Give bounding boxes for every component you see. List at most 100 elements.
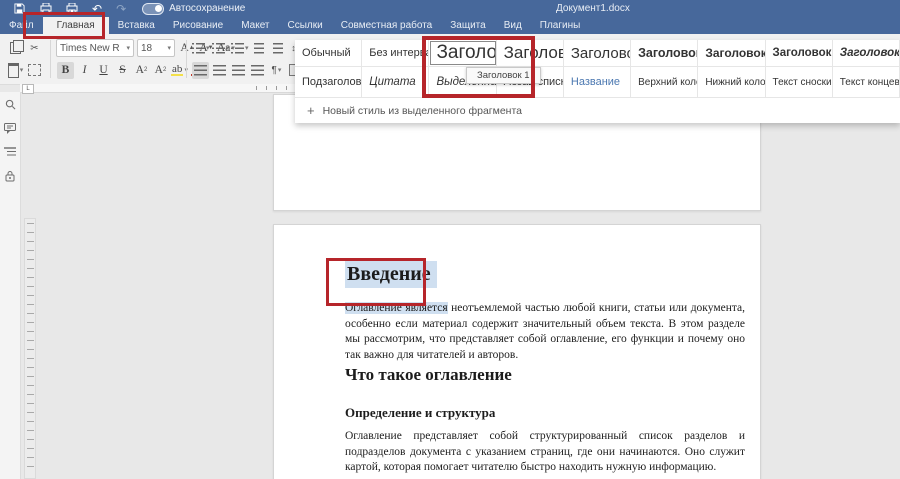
highlight-icon: ab — [171, 65, 183, 76]
decrease-indent-button[interactable] — [251, 40, 268, 57]
chevron-down-icon: ▾ — [226, 44, 230, 52]
increase-indent-icon — [273, 43, 283, 54]
paste-button[interactable]: ▾ — [7, 62, 24, 79]
nonprinting-chars-button[interactable]: ¶▾ — [268, 62, 285, 79]
align-center-button[interactable] — [211, 62, 228, 79]
tab-layout[interactable]: Макет — [232, 17, 278, 34]
style-heading-5[interactable]: Заголовок 5 — [698, 40, 765, 66]
align-justify-button[interactable] — [249, 62, 266, 79]
subscript-button[interactable]: A2 — [152, 62, 169, 79]
styles-row-2: Подзаголовок Цитата Выделенная цитата Аб… — [295, 67, 900, 98]
tab-file[interactable]: Файл — [0, 17, 43, 34]
style-footnote-text[interactable]: Текст сноски — [766, 67, 833, 97]
tab-plugins[interactable]: Плагины — [531, 17, 590, 34]
italic-button[interactable]: I — [76, 62, 93, 79]
tab-references[interactable]: Ссылки — [279, 17, 332, 34]
styles-gallery-panel: Обычный Без интервала Заголовок 1 Заголо… — [295, 40, 900, 123]
doc-paragraph-1[interactable]: Оглавление является неотъемлемой частью … — [345, 301, 745, 363]
underline-button[interactable]: U — [95, 62, 112, 79]
protection-button[interactable] — [0, 164, 20, 188]
comment-icon — [4, 123, 16, 134]
doc-paragraph-2[interactable]: Оглавление представляет собой структурир… — [345, 429, 745, 476]
increase-indent-button[interactable] — [270, 40, 287, 57]
style-heading-6[interactable]: Заголовок 6 — [766, 40, 833, 66]
font-name-value: Times New R — [60, 43, 120, 54]
styles-row-1: Обычный Без интервала Заголовок 1 Заголо… — [295, 40, 900, 67]
doc-subheading-definition[interactable]: Определение и структура — [345, 405, 745, 421]
font-size-select[interactable]: 18 ▾ — [137, 39, 175, 57]
copy-icon — [10, 42, 21, 54]
tab-view[interactable]: Вид — [495, 17, 531, 34]
decrease-indent-icon — [254, 43, 264, 54]
style-normal[interactable]: Обычный — [295, 40, 362, 66]
print-icon[interactable] — [39, 3, 52, 15]
align-right-button[interactable] — [230, 62, 247, 79]
style-footer[interactable]: Нижний колонтитул — [698, 67, 765, 97]
style-no-spacing[interactable]: Без интервала — [362, 40, 429, 66]
new-style-label: Новый стиль из выделенного фрагмента — [323, 105, 522, 117]
selected-heading-text[interactable]: Введение — [345, 261, 437, 288]
style-heading-2[interactable]: Заголовок 2 — [497, 40, 564, 66]
plus-icon: + — [307, 103, 315, 118]
save-icon[interactable] — [13, 3, 26, 15]
font-size-value: 18 — [141, 43, 152, 54]
style-endnote-text[interactable]: Текст концевой сноски — [833, 67, 900, 97]
chevron-down-icon: ▾ — [126, 44, 130, 52]
lock-icon — [5, 170, 15, 182]
divider — [186, 40, 187, 78]
autosave-label: Автосохранение — [169, 3, 245, 14]
select-all-button[interactable] — [26, 62, 43, 79]
tab-collaboration[interactable]: Совместная работа — [332, 17, 442, 34]
left-sidebar — [0, 92, 21, 479]
bold-button[interactable]: B — [57, 62, 74, 79]
style-quote[interactable]: Цитата — [362, 67, 429, 97]
quick-print-icon[interactable] — [65, 3, 78, 15]
search-button[interactable] — [0, 92, 20, 116]
align-center-icon — [213, 65, 226, 76]
bullet-list-button[interactable]: ▾ — [192, 40, 210, 57]
menu-tabs: Файл Главная Вставка Рисование Макет Ссы… — [0, 17, 900, 34]
divider — [50, 40, 51, 78]
tab-protection[interactable]: Защита — [441, 17, 494, 34]
cut-button[interactable]: ✂ — [26, 40, 43, 57]
doc-heading-what-is-toc[interactable]: Что такое оглавление — [345, 365, 745, 385]
chevron-down-icon: ▾ — [167, 44, 171, 52]
multilevel-list-button[interactable]: ▾ — [231, 40, 249, 57]
chevron-down-icon: ▾ — [206, 44, 210, 52]
align-right-icon — [232, 65, 245, 76]
tab-home[interactable]: Главная — [43, 17, 109, 34]
align-justify-icon — [251, 65, 264, 76]
chevron-down-icon: ▾ — [278, 66, 282, 74]
style-heading-3[interactable]: Заголовок 3 — [564, 40, 631, 66]
doc-heading-introduction[interactable]: Введение — [345, 263, 745, 286]
style-subtitle[interactable]: Подзаголовок — [295, 67, 362, 97]
undo-icon[interactable]: ↶ — [92, 3, 102, 15]
style-tooltip: Заголовок 1 — [466, 67, 541, 84]
selected-text[interactable]: Оглавление является — [345, 302, 448, 314]
redo-icon[interactable]: ↷ — [116, 3, 126, 15]
increase-font-icon: A — [180, 42, 188, 54]
align-left-button[interactable] — [192, 62, 209, 79]
tab-draw[interactable]: Рисование — [164, 17, 232, 34]
tab-insert[interactable]: Вставка — [109, 17, 164, 34]
paragraph-group: ▾ ▾ ▾ ↕ ¶▾ — [191, 34, 307, 84]
style-heading-1[interactable]: Заголовок 1 — [429, 40, 496, 66]
navigation-button[interactable] — [0, 140, 20, 164]
comments-button[interactable] — [0, 116, 20, 140]
style-title[interactable]: Название — [564, 67, 631, 97]
autosave-toggle[interactable] — [142, 3, 164, 15]
tab-selector[interactable]: L — [22, 84, 34, 94]
style-heading-4[interactable]: Заголовок 4 — [631, 40, 698, 66]
vertical-ruler[interactable] — [24, 218, 36, 479]
document-page-2[interactable]: Введение Оглавление является неотъемлемо… — [273, 224, 761, 479]
new-style-button[interactable]: + Новый стиль из выделенного фрагмента — [295, 98, 900, 123]
strikethrough-button[interactable]: S — [114, 62, 131, 79]
numbered-list-button[interactable]: ▾ — [212, 40, 230, 57]
copy-button[interactable] — [7, 40, 24, 57]
superscript-button[interactable]: A2 — [133, 62, 150, 79]
style-header[interactable]: Верхний колонтитул — [631, 67, 698, 97]
font-name-select[interactable]: Times New R ▾ — [56, 39, 134, 57]
document-title: Документ1.docx — [556, 3, 630, 14]
chevron-down-icon[interactable]: ▾ — [20, 66, 24, 74]
style-heading-7[interactable]: Заголовок 7 — [833, 40, 900, 66]
